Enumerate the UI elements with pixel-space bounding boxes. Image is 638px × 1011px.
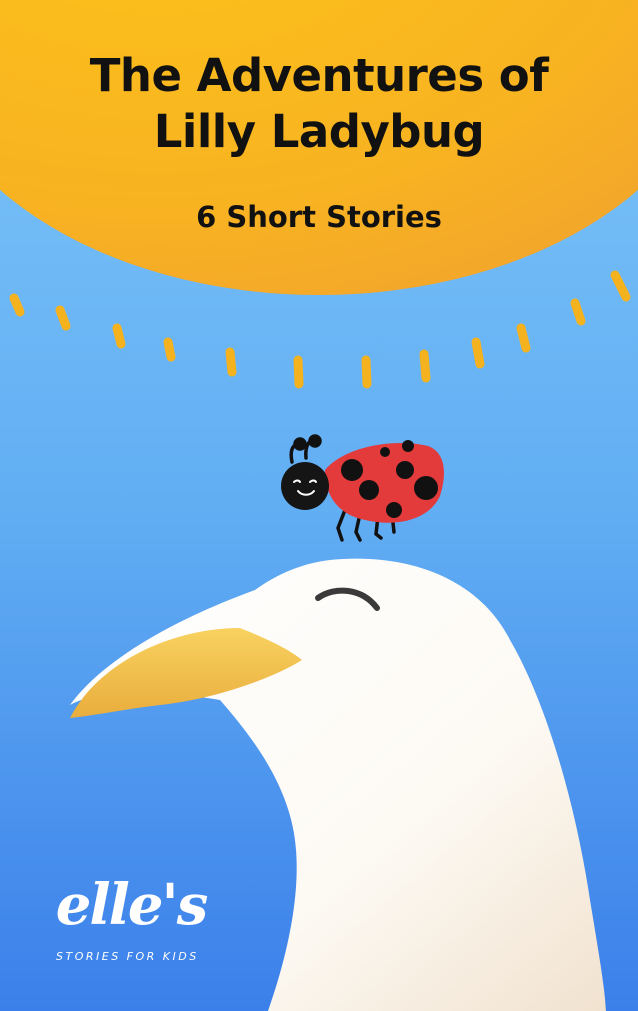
title-line-1: The Adventures of	[89, 49, 549, 102]
book-cover: The Adventures of Lilly Ladybug 6 Short …	[0, 0, 638, 1011]
brand-logo-wordmark: elle's	[55, 872, 208, 938]
book-title: The Adventures of Lilly Ladybug	[0, 48, 638, 160]
title-line-2: Lilly Ladybug	[153, 105, 485, 158]
book-subtitle: 6 Short Stories	[196, 200, 442, 234]
brand-tagline: STORIES FOR KIDS	[56, 950, 199, 963]
ladybug-head	[281, 462, 329, 510]
brand-logo: elle's STORIES FOR KIDS	[26, 870, 256, 970]
